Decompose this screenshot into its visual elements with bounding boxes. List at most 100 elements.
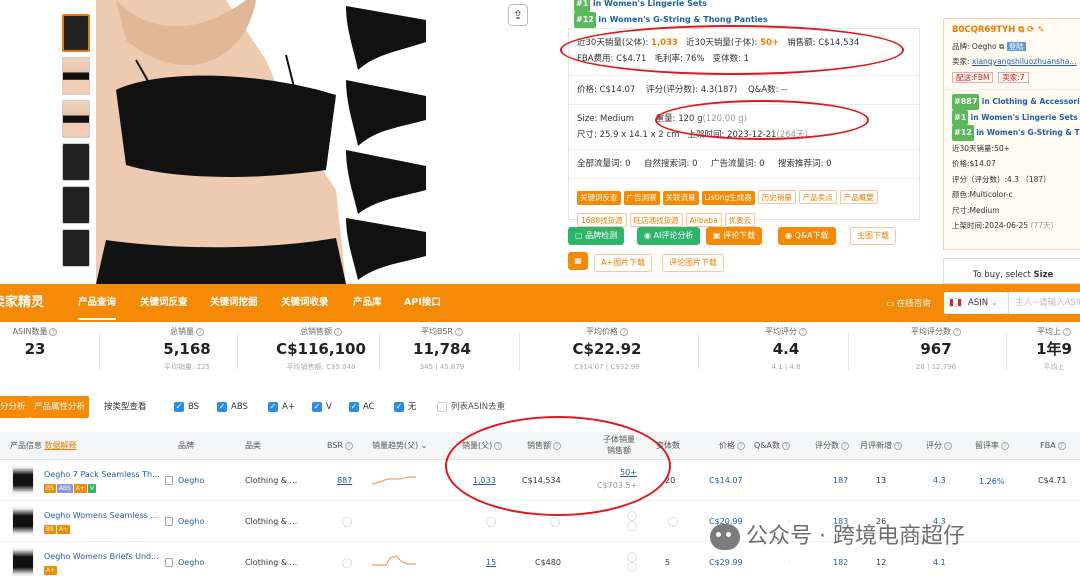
tool-tag[interactable]: 产品概要 <box>839 190 878 204</box>
sales-trend-sparkline[interactable] <box>372 470 418 488</box>
rank-category-link[interactable]: in Women's G-String & Th <box>976 128 1080 137</box>
analysis-button[interactable]: 分分析 <box>0 396 30 418</box>
brand-copy-icon[interactable]: ⧉ <box>999 42 1004 51</box>
thumbnail[interactable] <box>62 100 90 138</box>
dedupe-checkbox[interactable]: 列表ASIN去重 <box>437 401 505 413</box>
rating-link[interactable]: 4.3 <box>933 476 946 485</box>
col-product[interactable]: 产品信息 数据解释 <box>10 432 77 460</box>
divider <box>99 332 100 370</box>
col-bsr[interactable]: BSR? <box>327 432 353 460</box>
size-value: Medium <box>600 114 635 124</box>
category-cell: Clothing & ... <box>245 476 298 485</box>
rank-badge: #1 <box>574 0 591 12</box>
tool-tag[interactable]: 产品卖点 <box>798 190 837 204</box>
aplus-download-button[interactable]: A+图片下载 <box>594 254 653 272</box>
thumbnail[interactable] <box>62 57 90 95</box>
filter-ac-checkbox[interactable]: ✓ AC <box>349 401 375 413</box>
reviews-link[interactable]: 182 <box>833 558 848 567</box>
online-consult-link[interactable]: ▭ 在线咨询 <box>886 297 931 309</box>
nav-product-library[interactable]: 产品库 <box>353 284 382 322</box>
brand-icon <box>165 476 173 485</box>
thumbnail[interactable] <box>62 143 90 181</box>
rank-category-link[interactable]: in Women's Lingerie Sets <box>593 0 707 8</box>
divider <box>848 332 849 370</box>
tool-tag[interactable]: 关键词反查 <box>577 191 621 205</box>
tool-tag[interactable]: 优麦云 <box>724 213 756 227</box>
login-link[interactable]: 登陆 <box>1006 41 1026 51</box>
asin-code[interactable]: B0CQR69TYH <box>952 25 1015 35</box>
tool-tag[interactable]: Alibaba <box>685 213 722 227</box>
product-thumbnail[interactable] <box>12 507 34 535</box>
asin-search-input[interactable]: 主人~请输入ASIN <box>1008 292 1080 314</box>
qa-download-button[interactable]: ◉ Q&A下载 <box>778 227 836 245</box>
stat-sub: 平均上 <box>1043 363 1065 371</box>
col-rating[interactable]: 评分? <box>926 432 952 460</box>
bsr-link[interactable]: 887 <box>337 476 352 485</box>
rank-category-link[interactable]: in Women's G-String & Thong Panties <box>598 15 767 24</box>
product-title-link[interactable]: Oegho 7 Pack Seamless Th... <box>44 470 160 479</box>
thumbnail[interactable] <box>62 14 90 52</box>
nav-product-search[interactable]: 产品查询 <box>78 286 117 320</box>
col-monthly-new[interactable]: 月评新增? <box>860 432 902 460</box>
tool-tag[interactable]: Listing生成器 <box>701 191 755 205</box>
stat-label: 总销量? <box>107 325 267 338</box>
filter-v-checkbox[interactable]: ✓ V <box>312 401 332 413</box>
badge-group: A+ <box>44 565 58 575</box>
qa-value: -- <box>781 85 788 95</box>
brand-link[interactable]: Oegho <box>178 558 204 567</box>
price-link[interactable]: C$29.99 <box>709 558 743 567</box>
thumbnail[interactable] <box>62 186 90 224</box>
brand-link[interactable]: Oegho <box>178 476 204 485</box>
filter-bs-checkbox[interactable]: ✓ BS <box>174 401 199 413</box>
brand-link[interactable]: Oegho <box>178 517 204 526</box>
thumbnail[interactable] <box>62 229 90 267</box>
rank-category-link[interactable]: in Women's Lingerie Sets <box>971 113 1078 122</box>
tool-tag[interactable]: 旺店通找货源 <box>629 213 683 227</box>
reviews-link[interactable]: 187 <box>833 476 848 485</box>
col-retention[interactable]: 留评率? <box>975 432 1009 460</box>
side-price: 价格:$14.07 <box>952 159 996 168</box>
tool-tag[interactable]: 历史销量 <box>757 190 796 204</box>
nav-keyword-reverse[interactable]: 关键词反查 <box>140 284 188 322</box>
col-price[interactable]: 价格? <box>719 432 745 460</box>
col-qa[interactable]: Q&A数? <box>754 432 791 460</box>
col-trend[interactable]: 销量趋势(父) ⌄ <box>372 432 428 460</box>
ai-review-button[interactable]: ◉ AI评论分析 <box>637 227 701 245</box>
col-fba[interactable]: FBA? <box>1040 432 1066 460</box>
seller-link[interactable]: xiangyangshiluozhuansha... <box>972 57 1077 66</box>
copy-icon[interactable]: ⧉ ⟳ ✎ <box>1018 25 1044 35</box>
stat-card: 平均评分? 4.4 4.1 | 4.8 <box>706 325 866 383</box>
qa-cell: · <box>788 476 791 485</box>
sales-trend-sparkline[interactable] <box>372 552 418 570</box>
product-title-link[interactable]: Oegho Womens Seamless ... <box>44 511 158 520</box>
calculator-icon[interactable]: ▦ <box>568 252 588 270</box>
badge-group: BS ABS A+ V <box>44 483 97 493</box>
price-link[interactable]: C$14.07 <box>709 476 743 485</box>
rank-category-link[interactable]: in Clothing & Accessories <box>982 97 1080 106</box>
brand-logo[interactable]: 卖家精灵 <box>0 284 44 322</box>
marketplace-select[interactable]: ASIN ⌄ <box>944 292 1008 314</box>
col-reviews[interactable]: 评分数? <box>815 432 849 460</box>
side-size: 尺寸:Medium <box>952 205 1000 215</box>
main-image-download-button[interactable]: 主图下载 <box>850 227 896 245</box>
view-by-type-label: 按类型查看 <box>104 402 147 412</box>
tool-tag[interactable]: 关联流量 <box>662 191 699 205</box>
review-image-download-button[interactable]: 评论图片下载 <box>662 254 724 272</box>
brand-check-button[interactable]: ▢ 品牌检测 <box>568 227 625 245</box>
nav-keyword-mining[interactable]: 关键词挖掘 <box>210 284 258 322</box>
rating-link[interactable]: 4.1 <box>933 558 946 567</box>
nav-api[interactable]: API接口 <box>404 284 441 322</box>
review-download-button[interactable]: ▣ 评论下载 <box>706 227 763 245</box>
tool-tag[interactable]: 1688找货源 <box>577 213 627 227</box>
filter-aplus-checkbox[interactable]: ✓ A+ <box>268 401 295 413</box>
product-thumbnail[interactable] <box>12 466 34 494</box>
product-thumbnail[interactable] <box>12 548 34 576</box>
filter-none-checkbox[interactable]: ✓ 无 <box>394 401 417 413</box>
nav-keyword-index[interactable]: 关键词收录 <box>281 284 329 322</box>
filter-abs-checkbox[interactable]: ✓ ABS <box>217 401 248 413</box>
product-title-link[interactable]: Oegho Womens Briefs Und... <box>44 552 159 561</box>
sales-link[interactable]: 15 <box>486 558 496 567</box>
share-icon[interactable]: ⇪ <box>508 4 528 26</box>
attribute-analysis-button[interactable]: 产品属性分析 <box>30 396 90 418</box>
tool-tag[interactable]: 广告洞察 <box>623 191 660 205</box>
